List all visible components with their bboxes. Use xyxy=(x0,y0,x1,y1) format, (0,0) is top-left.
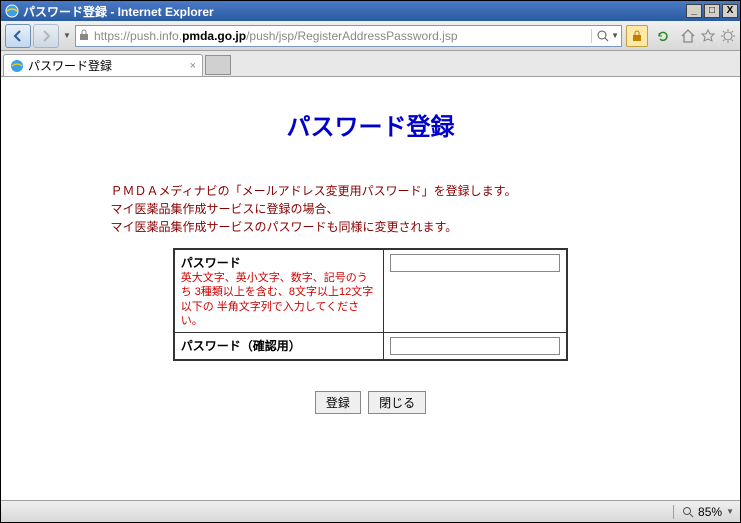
magnifier-icon[interactable] xyxy=(596,29,610,43)
window-controls: _ □ X xyxy=(686,4,738,18)
zoom-magnifier-icon xyxy=(682,506,694,518)
desc-line-1: ＰＭＤＡメディナビの「メールアドレス変更用パスワード」を登録します。 xyxy=(111,182,651,200)
tab-favicon xyxy=(10,59,24,73)
table-row: パスワード（確認用） xyxy=(174,333,568,361)
password-confirm-input[interactable] xyxy=(390,337,560,355)
forward-arrow-icon xyxy=(39,29,53,43)
close-window-button[interactable]: X xyxy=(722,4,738,18)
browser-toolbar: ▼ https://push.info.pmda.go.jp/push/jsp/… xyxy=(1,21,740,51)
toolbar-right-icons xyxy=(680,28,736,44)
page-content: パスワード登録 ＰＭＤＡメディナビの「メールアドレス変更用パスワード」を登録しま… xyxy=(1,77,740,500)
back-button[interactable] xyxy=(5,24,31,48)
password-input[interactable] xyxy=(390,254,560,272)
window-titlebar: パスワード登録 - Internet Explorer _ □ X xyxy=(1,1,740,21)
tools-icon[interactable] xyxy=(720,28,736,44)
address-text: https://push.info.pmda.go.jp/push/jsp/Re… xyxy=(94,29,589,43)
tab-close-icon[interactable]: × xyxy=(190,60,196,72)
back-arrow-icon xyxy=(11,29,25,43)
address-bar[interactable]: https://push.info.pmda.go.jp/push/jsp/Re… xyxy=(75,25,622,47)
password-label: パスワード xyxy=(181,256,241,270)
button-row xyxy=(91,391,651,414)
forward-button[interactable] xyxy=(33,24,59,48)
page-heading: パスワード登録 xyxy=(91,107,651,142)
url-path: /push/jsp/RegisterAddressPassword.jsp xyxy=(246,29,457,43)
search-controls: ▼ xyxy=(591,29,619,43)
tab-title: パスワード登録 xyxy=(28,57,112,74)
register-button[interactable] xyxy=(315,391,361,414)
url-scheme: https:// xyxy=(94,29,130,43)
zoom-control[interactable]: 85% ▼ xyxy=(673,505,734,519)
search-dropdown[interactable]: ▼ xyxy=(611,31,619,40)
page-description: ＰＭＤＡメディナビの「メールアドレス変更用パスワード」を登録します。 マイ医薬品… xyxy=(111,182,651,236)
minimize-button[interactable]: _ xyxy=(686,4,702,18)
home-icon[interactable] xyxy=(680,28,696,44)
tab-bar: パスワード登録 × xyxy=(1,51,740,77)
ie-logo-icon xyxy=(5,4,19,18)
maximize-button[interactable]: □ xyxy=(704,4,720,18)
table-row: パスワード 英大文字、英小文字、数字、記号のうち 3種類以上を含む、8文字以上1… xyxy=(174,249,568,333)
status-bar: 85% ▼ xyxy=(1,500,740,522)
password-input-cell xyxy=(384,249,568,333)
security-lock-icon[interactable] xyxy=(626,25,648,47)
zoom-value: 85% xyxy=(698,505,722,519)
password-confirm-input-cell xyxy=(384,333,568,361)
url-host: pmda.go.jp xyxy=(182,29,246,43)
desc-line-3: マイ医薬品集作成サービスのパスワードも同様に変更されます。 xyxy=(111,218,651,236)
password-label-cell: パスワード 英大文字、英小文字、数字、記号のうち 3種類以上を含む、8文字以上1… xyxy=(174,249,384,333)
desc-line-2: マイ医薬品集作成サービスに登録の場合、 xyxy=(111,200,651,218)
lock-icon xyxy=(78,29,92,43)
refresh-button[interactable] xyxy=(652,25,674,47)
favorites-icon[interactable] xyxy=(700,28,716,44)
zoom-dropdown-icon[interactable]: ▼ xyxy=(726,507,734,516)
nav-history-dropdown[interactable]: ▼ xyxy=(61,24,73,48)
new-tab-button[interactable] xyxy=(205,55,231,75)
password-confirm-label: パスワード（確認用） xyxy=(181,339,301,353)
password-confirm-label-cell: パスワード（確認用） xyxy=(174,333,384,361)
close-button[interactable] xyxy=(368,391,426,414)
password-hint: 英大文字、英小文字、数字、記号のうち 3種類以上を含む、8文字以上12文字以下の… xyxy=(181,271,378,328)
password-form-table: パスワード 英大文字、英小文字、数字、記号のうち 3種類以上を含む、8文字以上1… xyxy=(173,248,569,361)
window-title: パスワード登録 - Internet Explorer xyxy=(23,3,686,20)
browser-tab[interactable]: パスワード登録 × xyxy=(3,54,203,76)
url-host-pre: push.info. xyxy=(130,29,182,43)
